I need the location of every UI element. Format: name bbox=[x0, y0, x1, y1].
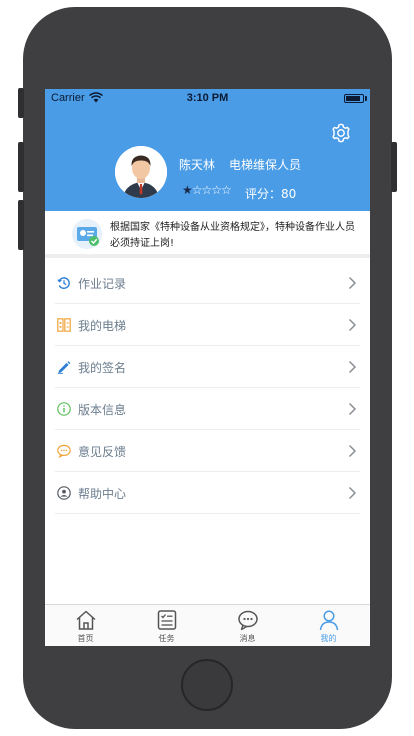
home-icon bbox=[76, 610, 96, 630]
volume-up-button bbox=[18, 142, 24, 192]
user-avatar-icon bbox=[115, 146, 167, 198]
status-bar: Carrier 3:10 PM bbox=[45, 89, 370, 109]
menu-item-label: 我的签名 bbox=[78, 361, 127, 375]
message-icon bbox=[238, 610, 258, 631]
battery-tip bbox=[365, 96, 367, 101]
chevron-right-icon bbox=[348, 444, 357, 458]
chevron-right-icon bbox=[348, 318, 357, 332]
menu-item-label: 作业记录 bbox=[78, 277, 127, 291]
info-icon bbox=[57, 402, 71, 416]
volume-down-button bbox=[18, 200, 24, 250]
tab-bar: 首页 任务 消息 我的 bbox=[45, 604, 370, 646]
pen-icon bbox=[58, 361, 71, 374]
notice-text: 根据国家《特种设备从业资格规定》，特种设备作业人员必须持证上岗! bbox=[110, 222, 355, 249]
rating-score: 评分：80 bbox=[245, 187, 297, 201]
menu-item-label: 我的电梯 bbox=[78, 319, 127, 333]
gear-icon[interactable] bbox=[330, 122, 352, 144]
user-name: 陈天林 bbox=[179, 158, 216, 172]
menu-item-label: 版本信息 bbox=[78, 403, 127, 417]
menu-item-help-center[interactable]: 帮助中心 bbox=[55, 472, 360, 514]
chevron-right-icon bbox=[348, 402, 357, 416]
certification-notice: 根据国家《特种设备从业资格规定》，特种设备作业人员必须持证上岗! bbox=[45, 211, 370, 258]
battery-icon bbox=[344, 94, 364, 103]
star-filled-icon: ★ bbox=[182, 183, 193, 197]
chevron-right-icon bbox=[348, 486, 357, 500]
tab-messages[interactable]: 消息 bbox=[207, 605, 288, 646]
menu-item-label: 帮助中心 bbox=[78, 487, 127, 501]
home-button[interactable] bbox=[181, 659, 233, 711]
chevron-right-icon bbox=[348, 360, 357, 374]
star-rating: ★☆☆☆☆ bbox=[182, 183, 232, 197]
menu-list: 作业记录 我的电梯 我的签名 版本信息 意见反馈 帮助中心 bbox=[45, 262, 370, 514]
tab-tasks[interactable]: 任务 bbox=[126, 605, 207, 646]
clock: 3:10 PM bbox=[186, 92, 229, 104]
user-role: 电梯维保人员 bbox=[229, 158, 302, 172]
mute-switch bbox=[18, 88, 24, 118]
avatar[interactable] bbox=[115, 146, 167, 198]
help-icon bbox=[57, 486, 71, 500]
tab-label: 任务 bbox=[158, 634, 175, 643]
tab-label: 首页 bbox=[77, 634, 94, 643]
feedback-icon bbox=[57, 444, 71, 458]
menu-item-my-signature[interactable]: 我的签名 bbox=[55, 346, 360, 388]
tab-label: 我的 bbox=[320, 634, 337, 643]
profile-icon bbox=[319, 610, 339, 631]
tab-label: 消息 bbox=[239, 634, 256, 643]
power-button bbox=[391, 142, 397, 192]
tab-profile[interactable]: 我的 bbox=[288, 605, 369, 646]
elevator-icon bbox=[57, 318, 71, 332]
menu-item-feedback[interactable]: 意见反馈 bbox=[55, 430, 360, 472]
star-empty-icons: ☆☆☆☆ bbox=[191, 183, 232, 197]
profile-header: Carrier 3:10 PM 陈天林 电梯维保人员 ★☆☆☆☆ 评分：80 bbox=[45, 89, 370, 211]
menu-item-my-elevators[interactable]: 我的电梯 bbox=[55, 304, 360, 346]
menu-item-work-records[interactable]: 作业记录 bbox=[55, 262, 360, 304]
task-icon bbox=[157, 610, 177, 630]
menu-item-version-info[interactable]: 版本信息 bbox=[55, 388, 360, 430]
app-screen: Carrier 3:10 PM 陈天林 电梯维保人员 ★☆☆☆☆ 评分：80 根… bbox=[45, 89, 370, 646]
certificate-icon bbox=[72, 219, 102, 249]
history-icon bbox=[57, 277, 70, 289]
chevron-right-icon bbox=[348, 276, 357, 290]
menu-item-label: 意见反馈 bbox=[78, 445, 127, 459]
tab-home[interactable]: 首页 bbox=[45, 605, 126, 646]
